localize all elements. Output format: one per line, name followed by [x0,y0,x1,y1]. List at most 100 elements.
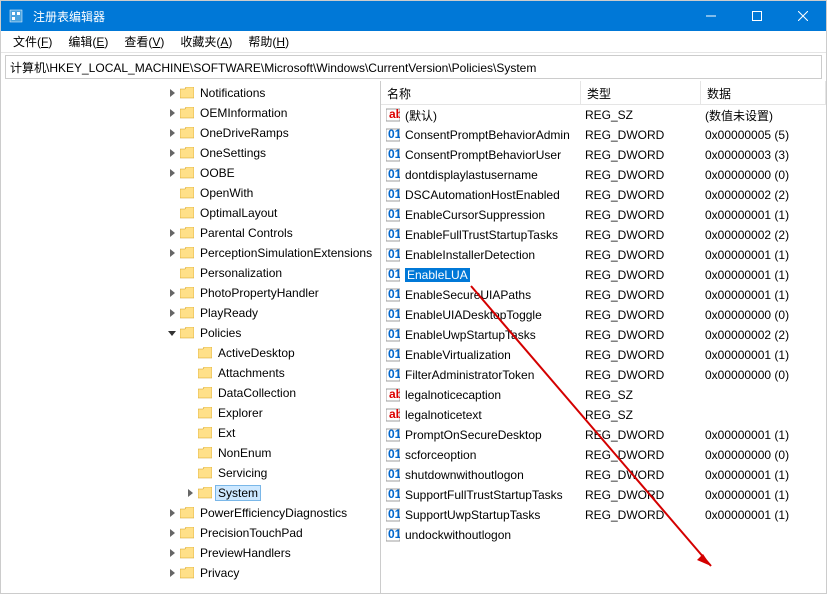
tree-item[interactable]: NonEnum [1,443,380,463]
chevron-down-icon[interactable] [165,326,179,340]
menu-a[interactable]: 收藏夹(A) [172,31,240,52]
chevron-right-icon[interactable] [165,86,179,100]
chevron-right-icon[interactable] [183,486,197,500]
tree-item[interactable]: ActiveDesktop [1,343,380,363]
value-row[interactable]: 011ConsentPromptBehaviorUserREG_DWORD0x0… [381,145,826,165]
tree-item[interactable]: Privacy [1,563,380,583]
column-data[interactable]: 数据 [701,81,826,104]
tree-label: OptimalLayout [197,205,280,221]
tree-item[interactable]: PreviewHandlers [1,543,380,563]
chevron-right-icon[interactable] [165,106,179,120]
tree-item[interactable]: OneSettings [1,143,380,163]
tree-item[interactable]: PerceptionSimulationExtensions [1,243,380,263]
tree-label: OpenWith [197,185,256,201]
value-row[interactable]: 011DSCAutomationHostEnabledREG_DWORD0x00… [381,185,826,205]
value-data [701,414,826,416]
value-row[interactable]: 011EnableUwpStartupTasksREG_DWORD0x00000… [381,325,826,345]
menubar: 文件(F)编辑(E)查看(V)收藏夹(A)帮助(H) [1,31,826,53]
tree-item[interactable]: OOBE [1,163,380,183]
menu-e[interactable]: 编辑(E) [60,31,116,52]
chevron-right-icon[interactable] [165,546,179,560]
list-pane[interactable]: 名称 类型 数据 ab(默认)REG_SZ(数值未设置)011ConsentPr… [381,81,826,593]
value-name: EnableInstallerDetection [405,248,535,262]
value-name: (默认) [405,107,437,124]
minimize-button[interactable] [688,1,734,31]
tree-item[interactable]: Ext [1,423,380,443]
value-row[interactable]: 011undockwithoutlogon [381,525,826,545]
column-name[interactable]: 名称 [381,81,581,104]
value-row[interactable]: 011EnableUIADesktopToggleREG_DWORD0x0000… [381,305,826,325]
value-data: (数值未设置) [701,106,826,125]
chevron-right-icon[interactable] [165,146,179,160]
tree-pane[interactable]: NotificationsOEMInformationOneDriveRamps… [1,81,381,593]
folder-icon [179,286,195,300]
tree-item[interactable]: PrecisionTouchPad [1,523,380,543]
value-row[interactable]: 011dontdisplaylastusernameREG_DWORD0x000… [381,165,826,185]
menu-h[interactable]: 帮助(H) [240,31,297,52]
string-value-icon: ab [385,408,401,422]
value-row[interactable]: ablegalnoticetextREG_SZ [381,405,826,425]
tree-item[interactable]: Notifications [1,83,380,103]
tree-label: Attachments [215,365,288,381]
tree-label: PhotoPropertyHandler [197,285,322,301]
folder-icon [179,226,195,240]
titlebar[interactable]: 注册表编辑器 [1,1,826,31]
value-row[interactable]: 011scforceoptionREG_DWORD0x00000000 (0) [381,445,826,465]
chevron-right-icon[interactable] [165,126,179,140]
tree-item[interactable]: OpenWith [1,183,380,203]
value-row[interactable]: 011EnableVirtualizationREG_DWORD0x000000… [381,345,826,365]
chevron-right-icon[interactable] [165,566,179,580]
value-row[interactable]: 011EnableLUAREG_DWORD0x00000001 (1) [381,265,826,285]
tree-item[interactable]: OneDriveRamps [1,123,380,143]
chevron-right-icon[interactable] [165,166,179,180]
no-expander [183,426,197,440]
tree-item[interactable]: PowerEfficiencyDiagnostics [1,503,380,523]
svg-text:011: 011 [388,208,400,221]
chevron-right-icon[interactable] [165,226,179,240]
tree-item[interactable]: Personalization [1,263,380,283]
value-row[interactable]: 011ConsentPromptBehaviorAdminREG_DWORD0x… [381,125,826,145]
tree-item[interactable]: System [1,483,380,503]
tree-item[interactable]: OptimalLayout [1,203,380,223]
tree-item[interactable]: Explorer [1,403,380,423]
chevron-right-icon[interactable] [165,286,179,300]
value-row[interactable]: 011EnableSecureUIAPathsREG_DWORD0x000000… [381,285,826,305]
tree-item[interactable]: DataCollection [1,383,380,403]
tree-item[interactable]: Servicing [1,463,380,483]
value-row[interactable]: ablegalnoticecaptionREG_SZ [381,385,826,405]
maximize-button[interactable] [734,1,780,31]
chevron-right-icon[interactable] [165,506,179,520]
value-row[interactable]: 011SupportUwpStartupTasksREG_DWORD0x0000… [381,505,826,525]
tree-item[interactable]: OEMInformation [1,103,380,123]
value-row[interactable]: ab(默认)REG_SZ(数值未设置) [381,105,826,125]
value-row[interactable]: 011FilterAdministratorTokenREG_DWORD0x00… [381,365,826,385]
tree-item[interactable]: PlayReady [1,303,380,323]
value-row[interactable]: 011shutdownwithoutlogonREG_DWORD0x000000… [381,465,826,485]
folder-icon [179,106,195,120]
value-row[interactable]: 011EnableFullTrustStartupTasksREG_DWORD0… [381,225,826,245]
string-value-icon: ab [385,388,401,402]
address-bar[interactable]: 计算机\HKEY_LOCAL_MACHINE\SOFTWARE\Microsof… [5,55,822,79]
folder-icon [179,166,195,180]
close-button[interactable] [780,1,826,31]
value-type: REG_DWORD [581,287,701,303]
tree-item[interactable]: PhotoPropertyHandler [1,283,380,303]
chevron-right-icon[interactable] [165,246,179,260]
value-data: 0x00000003 (3) [701,147,826,163]
tree-item[interactable]: Policies [1,323,380,343]
value-type: REG_DWORD [581,327,701,343]
column-type[interactable]: 类型 [581,81,701,104]
value-data: 0x00000001 (1) [701,247,826,263]
folder-icon [179,546,195,560]
svg-text:011: 011 [388,188,400,201]
menu-f[interactable]: 文件(F) [5,31,60,52]
chevron-right-icon[interactable] [165,526,179,540]
value-row[interactable]: 011SupportFullTrustStartupTasksREG_DWORD… [381,485,826,505]
tree-item[interactable]: Attachments [1,363,380,383]
menu-v[interactable]: 查看(V) [116,31,172,52]
value-row[interactable]: 011EnableInstallerDetectionREG_DWORD0x00… [381,245,826,265]
tree-item[interactable]: Parental Controls [1,223,380,243]
value-row[interactable]: 011PromptOnSecureDesktopREG_DWORD0x00000… [381,425,826,445]
value-row[interactable]: 011EnableCursorSuppressionREG_DWORD0x000… [381,205,826,225]
chevron-right-icon[interactable] [165,306,179,320]
